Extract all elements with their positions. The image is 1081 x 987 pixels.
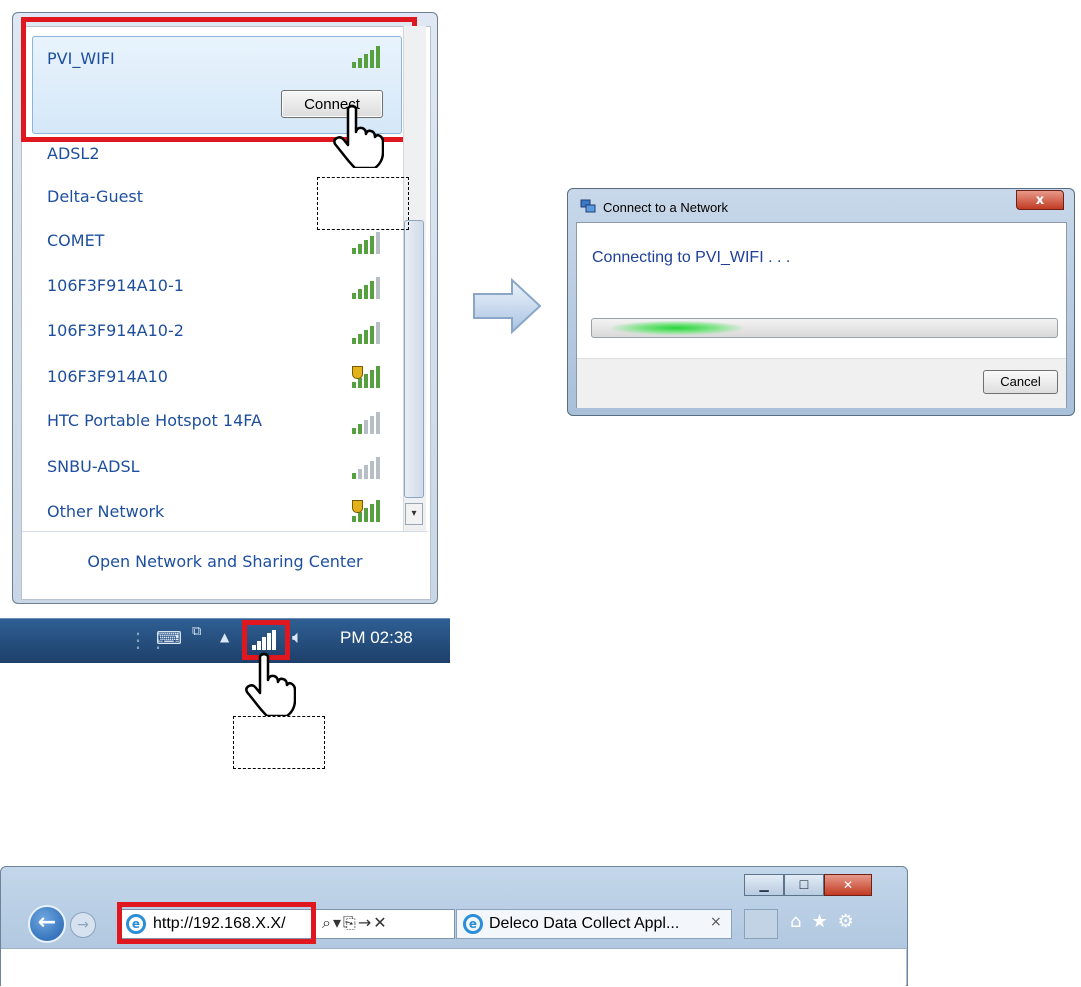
browser-content-area	[1, 948, 906, 987]
signal-strength-icon	[352, 322, 386, 344]
network-item-106f3f914a10-2[interactable]: 106F3F914A10-2	[47, 319, 184, 343]
network-item-106f3f914a10[interactable]: 106F3F914A10	[47, 365, 168, 389]
minimize-button[interactable]: ▁	[744, 874, 784, 896]
hand-cursor-icon	[245, 652, 296, 716]
forward-arrow-icon[interactable]: →	[70, 912, 96, 938]
keyboard-icon[interactable]: ⌨	[156, 628, 182, 649]
signal-strength-icon	[352, 277, 386, 299]
hand-cursor-icon	[333, 104, 384, 168]
network-item-106f3f914a10-1[interactable]: 106F3F914A10-1	[47, 274, 184, 298]
secured-signal-icon	[352, 500, 386, 522]
step-label-box	[317, 177, 409, 230]
compatibility-icon[interactable]: ⎘	[343, 913, 358, 932]
network-item-htc-hotspot[interactable]: HTC Portable Hotspot 14FA	[47, 409, 262, 433]
network-item-other-network[interactable]: Other Network	[47, 500, 164, 524]
dialog-title: Connect to a Network	[603, 200, 729, 215]
scrollbar-thumb[interactable]	[404, 220, 424, 498]
network-connection-icon	[580, 199, 596, 213]
tab-close-icon[interactable]: ×	[710, 914, 722, 930]
volume-icon[interactable]: 🔈︎	[292, 627, 303, 648]
network-item-delta-guest[interactable]: Delta-Guest	[47, 185, 143, 209]
progress-indicator	[612, 321, 742, 335]
show-hidden-icons-icon[interactable]: ▲	[220, 630, 229, 644]
open-network-sharing-center-link[interactable]: Open Network and Sharing Center	[22, 552, 428, 571]
scroll-down-arrow-icon[interactable]: ▾	[405, 503, 423, 525]
highlight-frame-address	[117, 902, 316, 944]
shield-icon	[352, 500, 363, 513]
back-arrow-icon[interactable]: ←	[28, 905, 66, 943]
favorites-star-icon[interactable]: ★	[811, 911, 837, 932]
step-label-box	[233, 716, 325, 769]
network-item-comet[interactable]: COMET	[47, 229, 104, 253]
network-item-adsl2[interactable]: ADSL2	[47, 142, 100, 166]
shield-icon	[352, 366, 363, 379]
taskbar-clock[interactable]: PM 02:38	[340, 628, 413, 648]
new-tab-button[interactable]	[744, 909, 778, 939]
home-icon[interactable]: ⌂	[790, 911, 811, 932]
cancel-button[interactable]: Cancel	[983, 370, 1058, 394]
next-step-arrow-icon	[473, 278, 542, 334]
go-arrow-icon[interactable]: →	[358, 913, 373, 932]
action-center-icon[interactable]: ⧉	[192, 624, 201, 639]
signal-strength-icon	[352, 232, 386, 254]
ie-logo-icon: e	[463, 914, 483, 934]
divider	[22, 531, 428, 532]
secured-signal-icon	[352, 366, 386, 388]
signal-strength-icon	[352, 457, 386, 479]
window-close-button[interactable]: ✕	[824, 874, 872, 896]
maximize-button[interactable]: ☐	[784, 874, 824, 896]
gear-icon[interactable]: ⚙	[838, 911, 864, 932]
network-item-snbu-adsl[interactable]: SNBU-ADSL	[47, 455, 140, 479]
browser-toolbar-icons: ⌂★⚙	[790, 911, 864, 932]
tab-title: Deleco Data Collect Appl...	[489, 915, 680, 932]
address-tools: ⌕▾⎘→✕	[322, 913, 389, 933]
dialog-close-button[interactable]: x	[1016, 190, 1064, 210]
connection-progress-bar	[591, 318, 1058, 338]
search-icon[interactable]: ⌕	[322, 913, 333, 932]
signal-strength-icon	[352, 412, 386, 434]
connecting-message: Connecting to PVI_WIFI . . .	[592, 249, 791, 266]
chevron-down-icon[interactable]: ▾	[333, 913, 343, 932]
stop-icon[interactable]: ✕	[373, 913, 388, 932]
